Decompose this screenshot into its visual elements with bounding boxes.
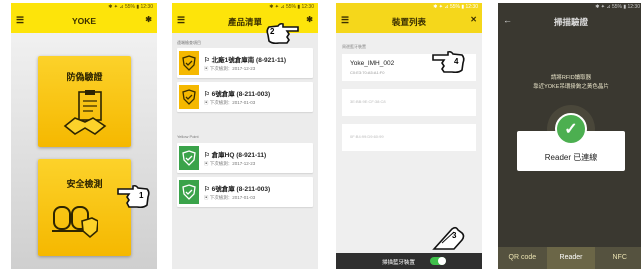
bluetooth-icon[interactable]: ✱	[306, 15, 313, 24]
next-inspection-date: ▣ 下次檢測：2017-12-23	[204, 66, 256, 71]
device-list-item[interactable]: 0F:B4:99:D9:60:99	[342, 124, 476, 151]
device-mac: C0:E3:70:A5:A1:F0	[350, 70, 385, 75]
section-label: 遠端檢查項目	[177, 40, 201, 45]
next-inspection-date: ▣ 下次檢測：2017-01-03	[204, 195, 256, 200]
page-title: 裝置列表	[391, 17, 426, 27]
bluetooth-close-icon[interactable]: ✕	[470, 15, 477, 24]
screen-product-list: ✱ ✦ ⊿ 55% ▮ 12:30 ☰ 產品清單 ✱ 2 遠端檢查項目 ⚐ 北廠…	[172, 3, 318, 269]
section-label: Yellow Point	[177, 134, 199, 139]
dialog-message: Reader 已連線	[544, 153, 598, 162]
scan-label: 掃描藍牙裝置	[382, 260, 416, 266]
device-mac: 3E:BB:9E:CF:38:C8	[350, 99, 386, 104]
app-bar: ☰ 裝置列表 ✕	[336, 12, 482, 33]
screen-scan-verify: ✱ ✦ ⊿ 55% ▮ 12:30 ← 掃描驗證 請將RFID讀取器 靠近YOK…	[498, 3, 641, 269]
app-title: YOKE	[71, 16, 97, 26]
anti-counterfeit-card[interactable]: 防偽驗證	[38, 56, 131, 147]
pointing-hand-icon: 1	[117, 177, 151, 211]
tab-qr-code[interactable]: QR code	[498, 247, 547, 269]
status-bar: ✱ ✦ ⊿ 55% ▮ 12:30	[11, 3, 157, 12]
scan-bar: 掃描藍牙裝置	[336, 253, 482, 269]
bluetooth-icon[interactable]: ✱	[145, 15, 152, 24]
hint-line: 請將RFID讀取器	[550, 75, 592, 81]
product-name: ⚐ 倉庫HQ (8-921-11)	[204, 152, 267, 159]
shield-badge-icon	[179, 146, 199, 170]
step-number: 4	[454, 57, 459, 66]
hint-line: 靠近YOKE吊環掛鉤之黃色晶片	[533, 84, 609, 90]
check-icon: ✓	[555, 113, 587, 145]
status-bar: ✱ ✦ ⊿ 55% ▮ 12:30	[498, 3, 641, 12]
status-bar: ✱ ✦ ⊿ 55% ▮ 12:30	[172, 3, 318, 12]
scan-toggle[interactable]	[430, 257, 446, 265]
handshake-document-icon	[63, 90, 107, 135]
section-label: 周邊藍牙裝置	[342, 44, 366, 49]
app-bar: ☰ YOKE ✱	[11, 12, 157, 33]
pointing-hand-icon: 2	[265, 21, 299, 45]
product-list-item[interactable]: ⚐ 倉庫HQ (8-921-11) ▣ 下次檢測：2017-12-23	[177, 143, 313, 173]
next-inspection-date: ▣ 下次檢測：2017-01-03	[204, 100, 256, 105]
shield-badge-icon	[179, 180, 199, 204]
next-inspection-date: ▣ 下次檢測：2017-12-23	[204, 161, 256, 166]
step-number: 3	[452, 231, 457, 240]
tab-nfc[interactable]: NFC	[595, 247, 641, 269]
step-number: 1	[139, 191, 144, 200]
status-bar: ✱ ✦ ⊿ 55% ▮ 12:30	[336, 3, 482, 12]
screen-device-list: ✱ ✦ ⊿ 55% ▮ 12:30 ☰ 裝置列表 ✕ 周邊藍牙裝置 Yoke_I…	[336, 3, 482, 269]
device-list-item[interactable]: 3E:BB:9E:CF:38:C8	[342, 89, 476, 116]
product-name: ⚐ 6號倉庫 (8-211-003)	[204, 91, 271, 98]
tapping-hand-icon: 3	[432, 223, 466, 251]
device-mac: 0F:B4:99:D9:60:99	[350, 134, 384, 139]
product-name: ⚐ 6號倉庫 (8-211-003)	[204, 186, 271, 193]
screen-home: ✱ ✦ ⊿ 55% ▮ 12:30 ☰ YOKE ✱ 防偽驗證 安全檢測 1	[11, 3, 157, 269]
pointing-hand-icon: 4	[432, 47, 466, 75]
shield-badge-icon	[179, 85, 199, 109]
product-list-item[interactable]: ⚐ 6號倉庫 (8-211-003) ▣ 下次檢測：2017-01-03	[177, 82, 313, 112]
tab-reader[interactable]: Reader	[546, 247, 596, 269]
toggle-knob	[438, 257, 446, 265]
shield-badge-icon	[179, 51, 199, 75]
hook-shield-icon	[52, 206, 98, 239]
product-list-item[interactable]: ⚐ 6號倉庫 (8-211-003) ▣ 下次檢測：2017-01-03	[177, 177, 313, 207]
scan-tabs: QR code Reader NFC	[498, 247, 641, 269]
anti-counterfeit-label: 防偽驗證	[66, 72, 103, 82]
step-number: 2	[270, 27, 275, 36]
app-bar: ← 掃描驗證	[498, 12, 641, 33]
product-name: ⚐ 北廠1號倉庫南 (8-921-11)	[204, 57, 287, 64]
page-title: 掃描驗證	[553, 17, 588, 27]
device-name: Yoke_IMH_002	[350, 60, 395, 67]
product-list-item[interactable]: ⚐ 北廠1號倉庫南 (8-921-11) ▣ 下次檢測：2017-12-23	[177, 48, 313, 78]
